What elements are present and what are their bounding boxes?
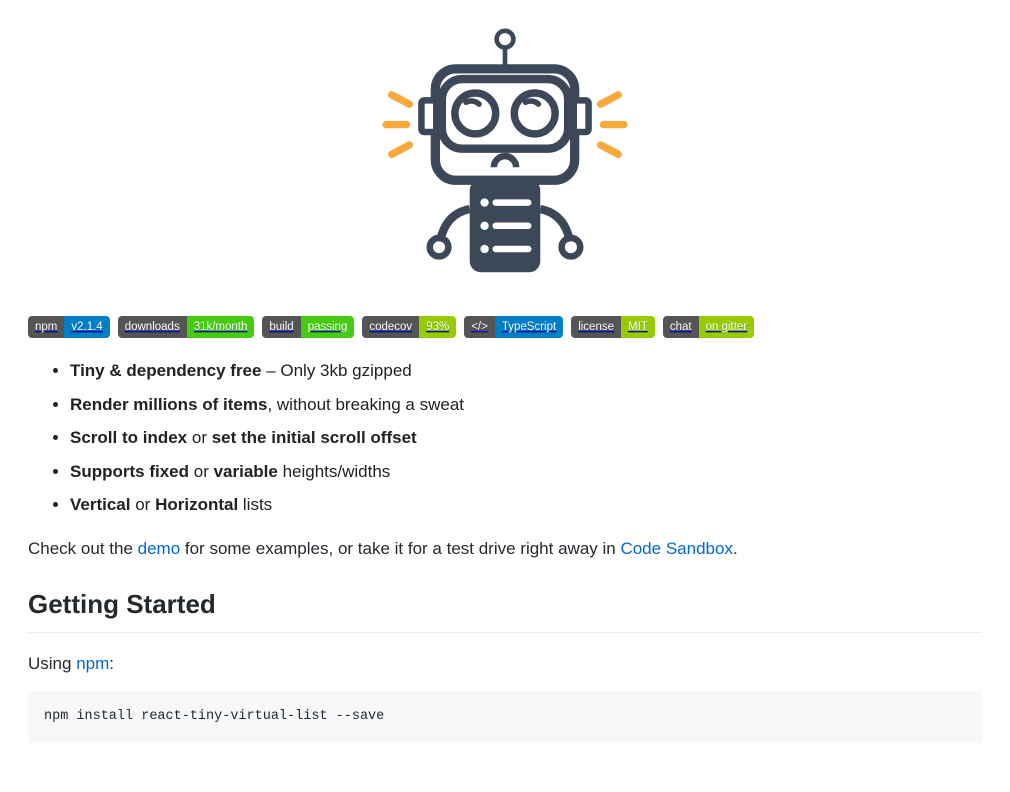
- feature-text: or: [131, 495, 156, 514]
- feature-text: or: [187, 428, 212, 447]
- intro-paragraph: Check out the demo for some examples, or…: [28, 536, 982, 562]
- feature-text: , without breaking a sweat: [267, 395, 464, 414]
- chat-badge[interactable]: chat on gitter: [663, 316, 754, 338]
- badge-label: codecov: [362, 316, 419, 338]
- intro-text: for some examples, or take it for a test…: [180, 539, 620, 558]
- npm-link[interactable]: npm: [76, 654, 109, 673]
- feature-item-scroll: Scroll to index or set the initial scrol…: [70, 425, 982, 451]
- feature-item-tiny: Tiny & dependency free – Only 3kb gzippe…: [70, 358, 982, 384]
- intro-text: .: [733, 539, 738, 558]
- feature-bold: variable: [214, 462, 278, 481]
- build-badge[interactable]: build passing: [262, 316, 354, 338]
- feature-bold: Scroll to index: [70, 428, 187, 447]
- codecov-badge[interactable]: codecov 93%: [362, 316, 456, 338]
- license-badge[interactable]: license MIT: [571, 316, 655, 338]
- badge-label: license: [571, 316, 621, 338]
- feature-bold: Horizontal: [155, 495, 238, 514]
- badge-value: passing: [301, 316, 355, 338]
- getting-started-heading: Getting Started: [28, 585, 982, 633]
- install-code-block[interactable]: npm install react-tiny-virtual-list --sa…: [28, 691, 982, 743]
- using-text: :: [109, 654, 114, 673]
- badge-value: on gitter: [699, 316, 755, 338]
- feature-bold: Render millions of items: [70, 395, 267, 414]
- intro-text: Check out the: [28, 539, 138, 558]
- badge-label: </>: [464, 316, 495, 338]
- robot-logo: [365, 28, 645, 288]
- badge-value: MIT: [621, 316, 655, 338]
- feature-bold: set the initial scroll offset: [212, 428, 417, 447]
- feature-item-supports: Supports fixed or variable heights/width…: [70, 459, 982, 485]
- feature-item-orientation: Vertical or Horizontal lists: [70, 492, 982, 518]
- feature-text: – Only 3kb gzipped: [261, 361, 411, 380]
- feature-text: or: [189, 462, 214, 481]
- badge-label: downloads: [118, 316, 187, 338]
- feature-bold: Tiny & dependency free: [70, 361, 261, 380]
- badge-value: 93%: [419, 316, 456, 338]
- feature-list: Tiny & dependency free – Only 3kb gzippe…: [28, 358, 982, 518]
- typescript-badge[interactable]: </> TypeScript: [464, 316, 563, 338]
- feature-bold: Vertical: [70, 495, 131, 514]
- badge-value: 31k/month: [187, 316, 255, 338]
- using-text: Using: [28, 654, 76, 673]
- feature-item-render: Render millions of items, without breaki…: [70, 392, 982, 418]
- badges-row: npm v2.1.4 downloads 31k/month build pas…: [28, 316, 982, 338]
- using-npm-line: Using npm:: [28, 651, 982, 677]
- npm-version-badge[interactable]: npm v2.1.4: [28, 316, 110, 338]
- badge-label: build: [262, 316, 300, 338]
- downloads-badge[interactable]: downloads 31k/month: [118, 316, 255, 338]
- badge-label: npm: [28, 316, 64, 338]
- codesandbox-link[interactable]: Code Sandbox: [620, 539, 732, 558]
- robot-logo-container: [28, 28, 982, 296]
- demo-link[interactable]: demo: [138, 539, 181, 558]
- badge-label: chat: [663, 316, 699, 338]
- feature-text: lists: [238, 495, 272, 514]
- badge-value: v2.1.4: [64, 316, 109, 338]
- feature-bold: Supports fixed: [70, 462, 189, 481]
- feature-text: heights/widths: [278, 462, 390, 481]
- badge-value: TypeScript: [495, 316, 563, 338]
